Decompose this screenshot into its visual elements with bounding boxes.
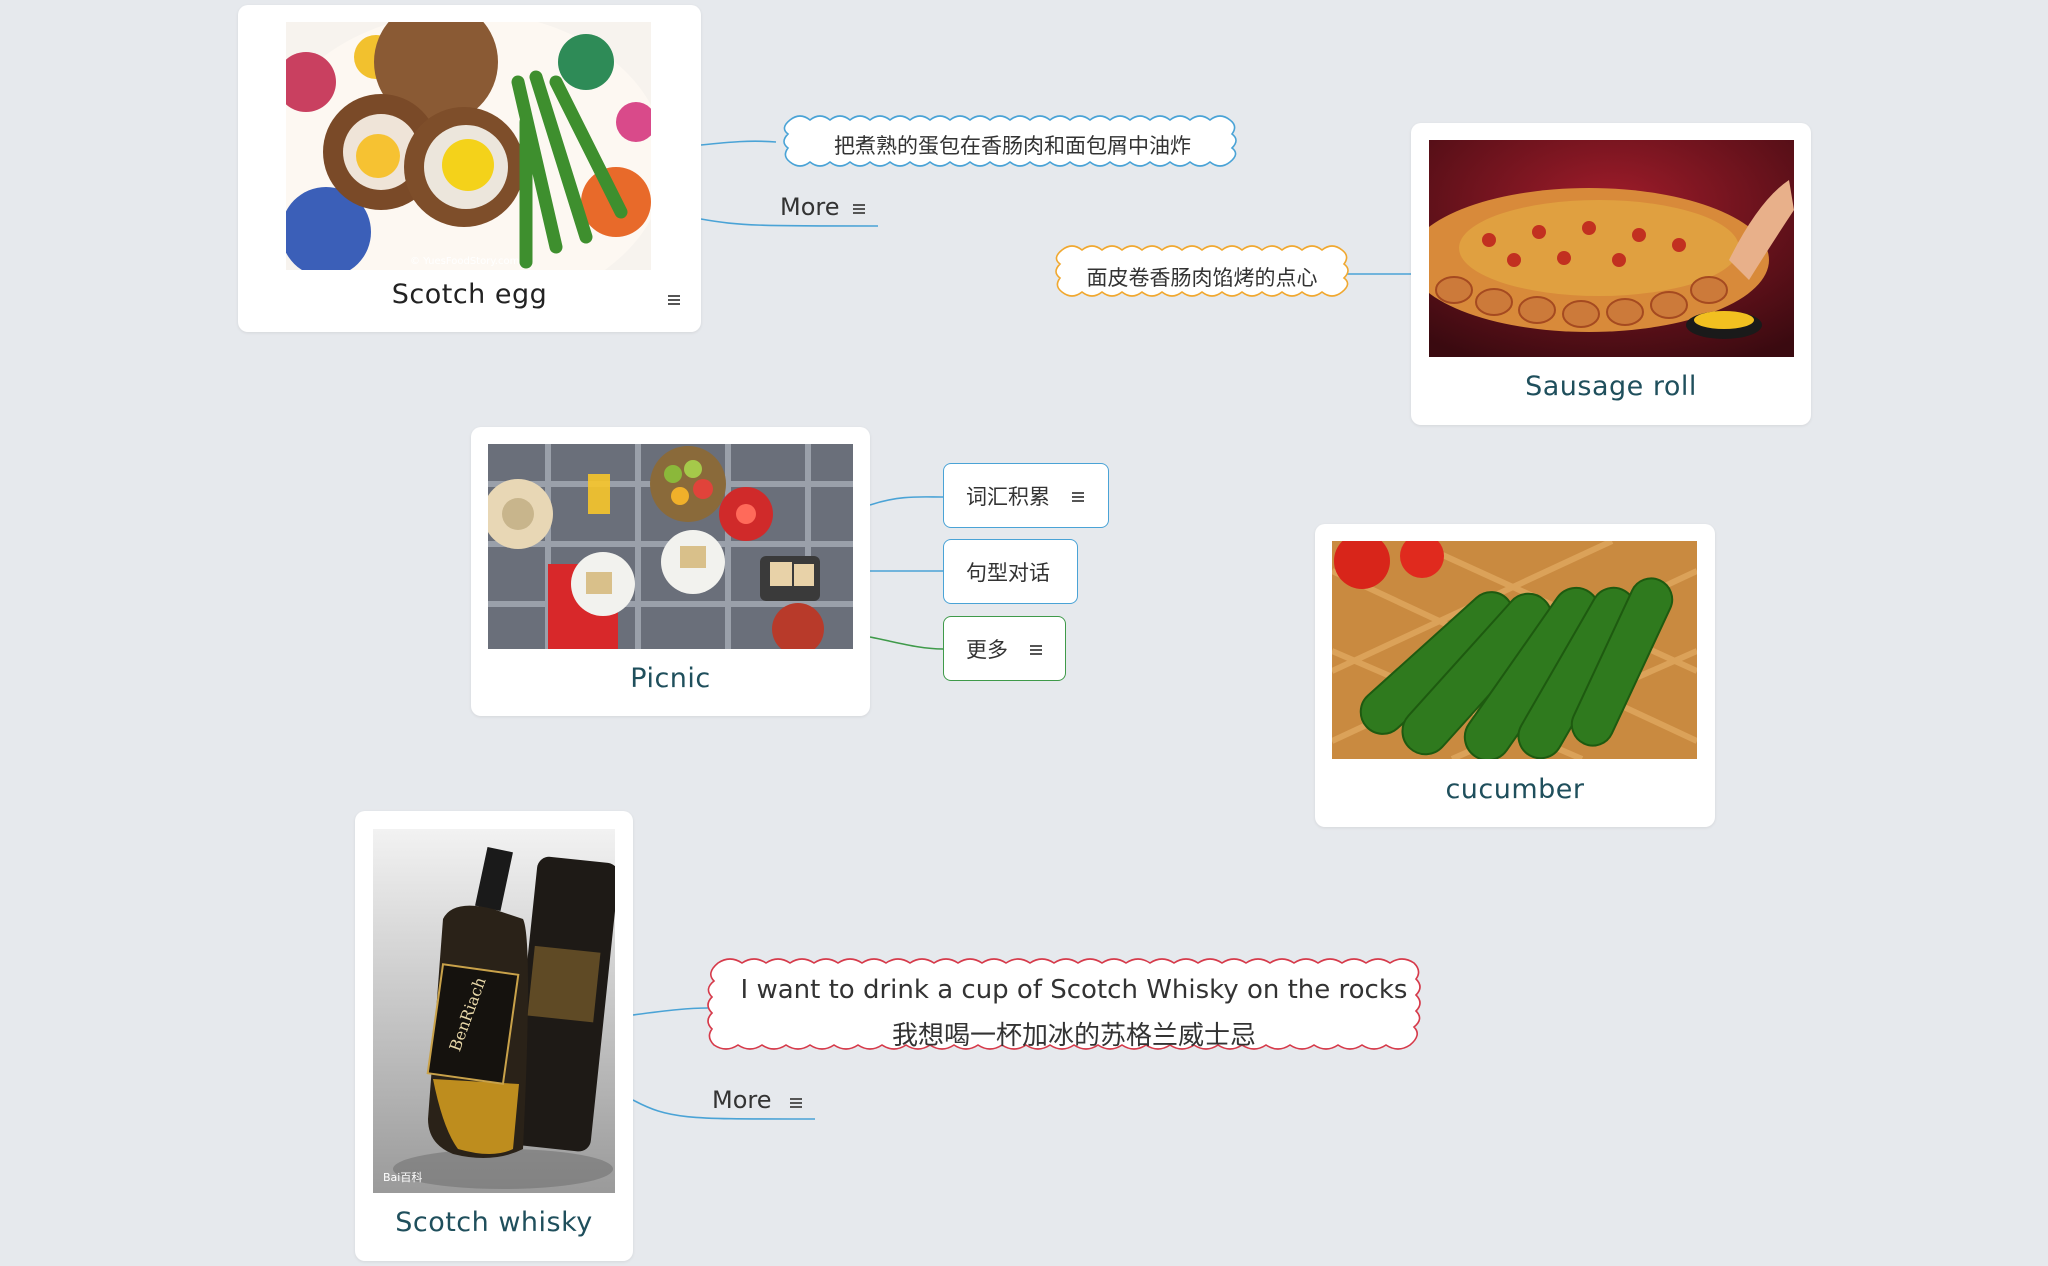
sausage-roll-title: Sausage roll	[1525, 371, 1697, 402]
picnic-child-label: 句型对话	[966, 560, 1050, 585]
picnic-title: Picnic	[630, 663, 711, 694]
scotch-egg-watermark: © YuesFoodStory.com	[410, 256, 519, 267]
topic-card-scotch-whisky[interactable]: BenRiach Bai百科 Scotch whisky	[355, 811, 633, 1261]
scotch-egg-note-text: 把煮熟的蛋包在香肠肉和面包屑中油炸	[834, 134, 1191, 158]
note-icon[interactable]	[1072, 491, 1084, 502]
scotch-whisky-note-en: I want to drink a cup of Scotch Whisky o…	[740, 975, 1408, 1005]
scotch-whisky-title: Scotch whisky	[395, 1207, 593, 1238]
scotch-egg-image: © YuesFoodStory.com	[286, 22, 651, 270]
scotch-whisky-watermark: Bai百科	[383, 1170, 422, 1184]
scotch-egg-more-label[interactable]: More	[780, 193, 840, 221]
note-icon[interactable]	[668, 295, 680, 305]
picnic-child-label: 词汇积累	[966, 484, 1050, 509]
scotch-whisky-note-zh: 我想喝一杯加冰的苏格兰威士忌	[891, 1021, 1256, 1051]
note-icon[interactable]	[853, 204, 865, 214]
picnic-child-dialogue[interactable]: 句型对话	[943, 539, 1078, 604]
picnic-child-more[interactable]: 更多	[943, 616, 1066, 681]
picnic-child-vocabulary[interactable]: 词汇积累	[943, 463, 1109, 528]
picnic-image	[488, 444, 853, 649]
sausage-roll-image	[1429, 140, 1794, 357]
sausage-roll-note-text: 面皮卷香肠肉馅烤的点心	[1086, 266, 1318, 290]
picnic-child-label: 更多	[966, 637, 1008, 662]
mind-map-canvas: © YuesFoodStory.com Scotch egg 把煮熟的蛋包在香肠…	[0, 0, 2048, 1266]
topic-card-sausage-roll[interactable]: Sausage roll	[1411, 123, 1811, 425]
note-icon[interactable]	[790, 1098, 802, 1108]
cucumber-image	[1332, 541, 1697, 759]
topic-card-cucumber[interactable]: cucumber	[1315, 524, 1715, 827]
topic-card-picnic[interactable]: Picnic	[471, 427, 870, 716]
scotch-whisky-image: BenRiach Bai百科	[373, 829, 615, 1193]
note-icon[interactable]	[1030, 644, 1042, 655]
cucumber-title: cucumber	[1445, 774, 1585, 805]
topic-card-scotch-egg[interactable]: © YuesFoodStory.com Scotch egg	[238, 5, 701, 332]
scotch-whisky-more-label[interactable]: More	[712, 1086, 772, 1114]
scotch-egg-title: Scotch egg	[391, 279, 548, 310]
